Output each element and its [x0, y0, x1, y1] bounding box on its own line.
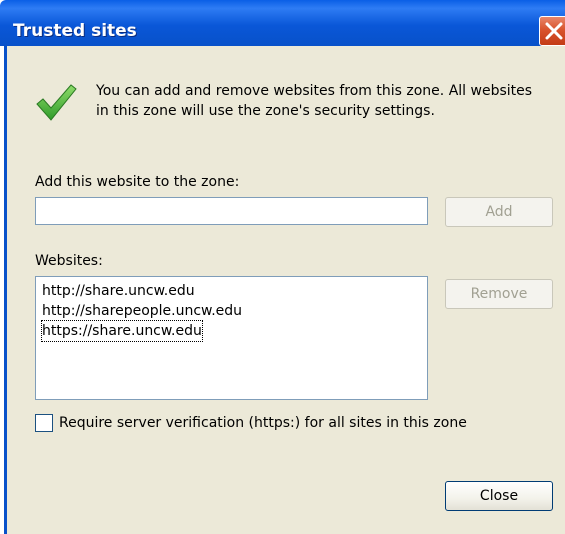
checkmark-icon	[36, 84, 77, 121]
add-website-input[interactable]	[35, 197, 428, 225]
list-item[interactable]: http://sharepeople.uncw.edu	[42, 301, 242, 321]
window-title: Trusted sites	[13, 21, 137, 41]
intro-line-2: in this zone will use the zone's securit…	[96, 103, 435, 119]
intro-line-1: You can add and remove websites from thi…	[96, 83, 533, 99]
websites-list[interactable]: http://share.uncw.edu http://sharepeople…	[35, 276, 428, 400]
trusted-sites-dialog: Trusted sites You can add and remove web…	[0, 0, 565, 534]
require-verification-label[interactable]: Require server verification (https:) for…	[59, 415, 467, 431]
add-button[interactable]: Add	[445, 197, 553, 227]
list-item[interactable]: https://share.uncw.edu	[41, 320, 203, 342]
close-icon[interactable]	[539, 16, 565, 46]
add-website-label: Add this website to the zone:	[35, 174, 240, 190]
intro-text: You can add and remove websites from thi…	[96, 81, 532, 121]
title-bar[interactable]: Trusted sites	[0, 0, 565, 46]
close-button[interactable]: Close	[445, 481, 553, 511]
remove-button[interactable]: Remove	[445, 279, 553, 309]
require-verification-checkbox[interactable]	[35, 414, 53, 432]
websites-label: Websites:	[35, 253, 103, 269]
list-item[interactable]: http://share.uncw.edu	[42, 281, 195, 301]
